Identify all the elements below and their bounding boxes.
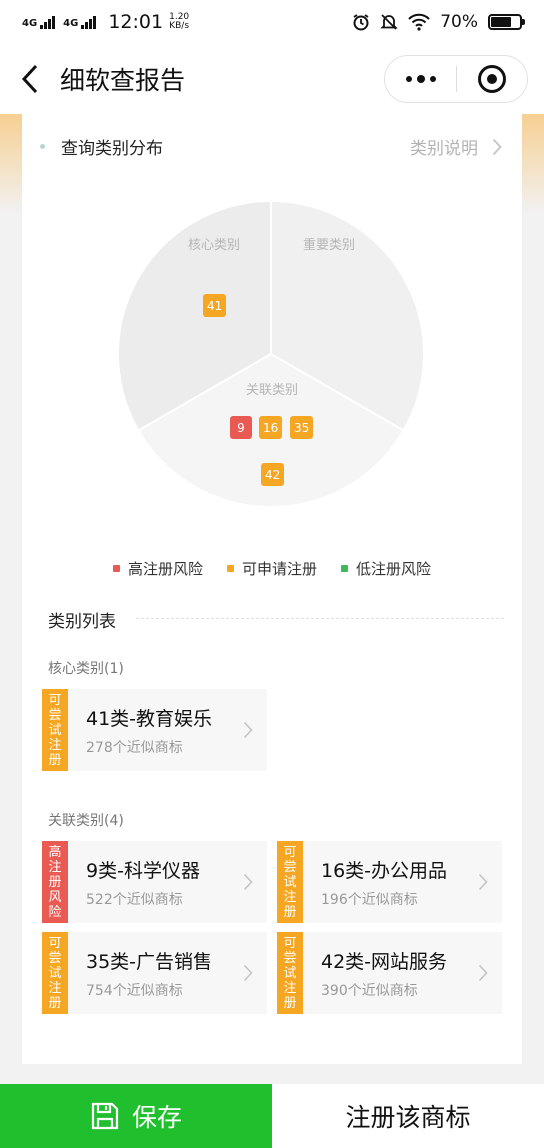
core-group-title: 核心类别(1)	[48, 661, 124, 677]
category-item-41[interactable]: 可尝试注册 41类-教育娱乐 278个近似商标	[42, 689, 267, 771]
network-type-label: 4G	[63, 18, 79, 29]
more-dots-icon	[405, 75, 436, 83]
back-button[interactable]	[6, 44, 54, 114]
legend-item-low-risk: 低注册风险	[341, 558, 431, 579]
category-name: 9类-科学仪器	[86, 860, 200, 882]
category-list-title: 类别列表	[48, 612, 116, 632]
mini-program-capsule	[384, 55, 528, 103]
category-name: 35类-广告销售	[86, 951, 213, 973]
signal-bars-icon	[81, 15, 97, 29]
pie-chip-related-35[interactable]: 35	[290, 416, 314, 439]
related-group-title: 关联类别(4)	[48, 813, 124, 829]
save-button[interactable]: 保存	[0, 1084, 272, 1148]
status-right: 70%	[352, 12, 525, 32]
legend-label: 低注册风险	[356, 560, 432, 578]
risk-badge: 可尝试注册	[42, 689, 68, 771]
pie-legend: 高注册风险 可申请注册 低注册风险	[22, 558, 522, 579]
chevron-right-icon	[478, 964, 488, 982]
category-item-9[interactable]: 高注册风险 9类-科学仪器 522个近似商标	[42, 841, 267, 923]
chevron-right-icon	[478, 873, 488, 891]
chevron-right-icon	[243, 721, 253, 739]
category-name: 41类-教育娱乐	[86, 708, 213, 730]
target-close-icon	[477, 65, 506, 93]
risk-badge: 可尝试注册	[277, 932, 303, 1014]
wifi-icon	[408, 13, 430, 31]
similar-count: 522个近似商标	[86, 892, 183, 908]
alarm-icon	[353, 14, 369, 31]
signal-bars-icon	[40, 15, 56, 29]
legend-label: 高注册风险	[127, 560, 203, 578]
signal-indicator-1: 4G	[22, 15, 56, 29]
risk-badge: 可尝试注册	[42, 932, 68, 1014]
risk-badge: 可尝试注册	[277, 841, 303, 923]
report-card: 查询类别分布 类别说明 核心类别 重要类别 关联类别 41 9 16 35 42…	[22, 114, 522, 1064]
pie-chip-related-16[interactable]: 16	[259, 416, 283, 439]
pie-label-important: 重要类别	[303, 237, 355, 253]
risk-badge: 高注册风险	[42, 841, 68, 923]
save-label: 保存	[131, 1103, 182, 1132]
status-bar: 4G 4G 12:01 1.20 KB/s 70%	[0, 0, 544, 44]
clock: 12:01	[108, 11, 164, 33]
close-button[interactable]	[457, 65, 527, 93]
page-title: 细软查报告	[60, 66, 186, 95]
legend-swatch	[226, 565, 234, 572]
chevron-right-icon	[243, 873, 253, 891]
category-name: 42类-网站服务	[321, 951, 448, 973]
legend-item-can-apply: 可申请注册	[226, 558, 317, 579]
pie-chip-related-9[interactable]: 9	[230, 416, 252, 439]
nav-bar: 细软查报告	[0, 44, 544, 114]
bottom-action-bar: 保存 注册该商标	[0, 1084, 544, 1148]
network-type-label: 4G	[22, 18, 38, 29]
more-button[interactable]	[385, 75, 456, 83]
legend-label: 可申请注册	[241, 560, 317, 578]
category-item-42[interactable]: 可尝试注册 42类-网站服务 390个近似商标	[277, 932, 502, 1014]
legend-item-high-risk: 高注册风险	[112, 558, 203, 579]
similar-count: 754个近似商标	[86, 983, 183, 999]
chevron-right-icon	[243, 964, 253, 982]
header-gradient-right	[522, 114, 544, 214]
legend-swatch	[112, 565, 120, 572]
header-gradient-left	[0, 114, 22, 214]
pie-label-core: 核心类别	[188, 238, 240, 253]
mute-icon	[380, 14, 398, 30]
register-label: 注册该商标	[345, 1103, 471, 1132]
similar-count: 390个近似商标	[321, 983, 418, 999]
save-icon	[91, 1102, 119, 1130]
pie-chip-core-41[interactable]: 41	[203, 294, 227, 317]
network-speed: 1.20 KB/s	[169, 13, 189, 31]
speed-unit: KB/s	[169, 21, 190, 31]
category-item-35[interactable]: 可尝试注册 35类-广告销售 754个近似商标	[42, 932, 267, 1014]
similar-count: 196个近似商标	[321, 892, 418, 908]
similar-count: 278个近似商标	[86, 740, 183, 756]
pie-label-related: 关联类别	[246, 383, 298, 398]
register-trademark-button[interactable]: 注册该商标	[272, 1084, 544, 1148]
category-item-16[interactable]: 可尝试注册 16类-办公用品 196个近似商标	[277, 841, 502, 923]
signal-indicator-2: 4G	[63, 15, 97, 29]
legend-swatch	[341, 565, 348, 572]
battery-icon	[488, 14, 525, 30]
dashed-divider	[136, 618, 504, 619]
battery-percent: 70%	[440, 12, 478, 32]
pie-chip-related-42[interactable]: 42	[261, 463, 285, 486]
chevron-left-icon	[21, 64, 38, 94]
category-name: 16类-办公用品	[321, 860, 448, 882]
